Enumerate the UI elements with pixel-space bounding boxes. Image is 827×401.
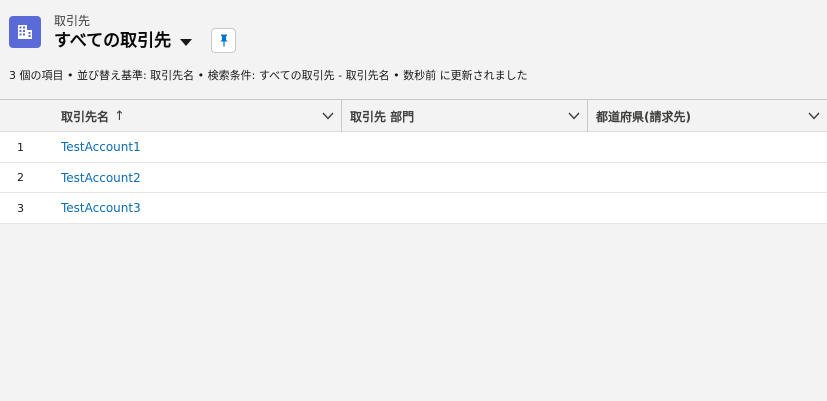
column-header-account-name[interactable]: 取引先名 ↑ — [61, 100, 341, 132]
object-label: 取引先 — [54, 14, 91, 28]
list-view-header: 取引先 すべての取引先 3 個の項目 • 並び替え基準: 取引先名 • 検索条件… — [0, 0, 827, 100]
arrow-up-icon: ↑ — [114, 108, 125, 124]
table-body: 1 TestAccount1 2 TestAccount2 3 TestAcco… — [0, 132, 827, 224]
table-row: 2 TestAccount2 — [0, 162, 827, 193]
column-header-billing-state[interactable]: 都道府県(請求先) — [596, 100, 827, 132]
column-label: 取引先名 — [61, 109, 110, 124]
column-label: 取引先 部門 — [350, 109, 415, 124]
account-name-link[interactable]: TestAccount3 — [61, 193, 141, 223]
list-view-selector[interactable]: すべての取引先 — [54, 29, 193, 53]
account-name-link[interactable]: TestAccount2 — [61, 163, 141, 193]
pin-list-view-button[interactable] — [211, 28, 236, 53]
column-label: 都道府県(請求先) — [596, 109, 691, 124]
chevron-down-icon[interactable] — [321, 110, 335, 122]
row-number: 1 — [17, 140, 24, 154]
table-row: 3 TestAccount3 — [0, 193, 827, 224]
column-header-division[interactable]: 取引先 部門 — [350, 100, 587, 132]
column-divider[interactable] — [587, 100, 588, 132]
table-header: 取引先名 ↑ 取引先 部門 都道府県(請求先) — [0, 99, 827, 132]
account-name-link[interactable]: TestAccount1 — [61, 132, 141, 162]
caret-down-icon[interactable] — [180, 38, 193, 46]
row-number: 2 — [17, 171, 24, 184]
account-building-icon — [9, 16, 41, 48]
column-divider[interactable] — [341, 100, 342, 132]
chevron-down-icon[interactable] — [567, 110, 581, 122]
row-number: 3 — [17, 201, 24, 215]
accounts-table: 取引先名 ↑ 取引先 部門 都道府県(請求先) 1 TestAccount1 2… — [0, 99, 827, 224]
page-title[interactable]: すべての取引先 — [54, 30, 171, 52]
table-row: 1 TestAccount1 — [0, 132, 827, 163]
list-view-info: 3 個の項目 • 並び替え基準: 取引先名 • 検索条件: すべての取引先 - … — [9, 69, 528, 82]
pin-icon — [219, 34, 228, 47]
chevron-down-icon[interactable] — [807, 110, 821, 122]
